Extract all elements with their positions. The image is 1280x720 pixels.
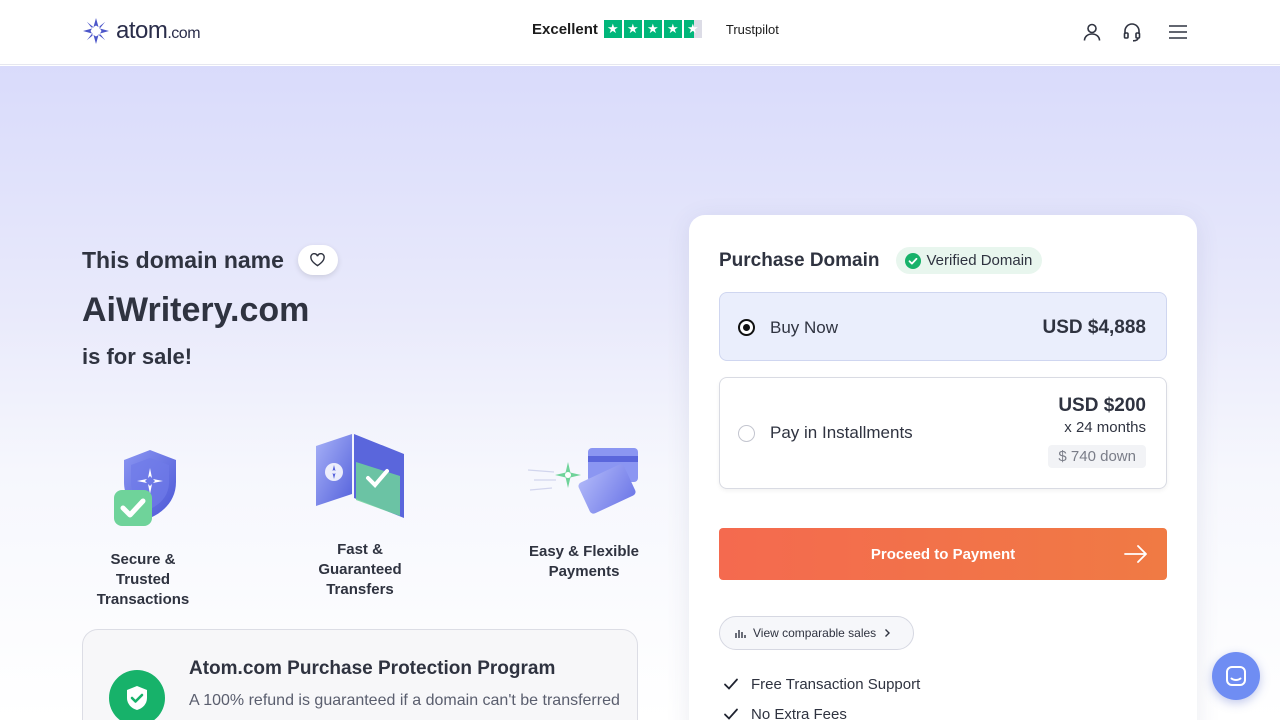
- arrow-right-icon: [1124, 545, 1147, 563]
- installments-term: x 24 months: [1064, 419, 1146, 436]
- feature-fast-label: Fast & Guaranteed Transfers: [318, 541, 402, 598]
- check-icon: [724, 678, 738, 690]
- purchase-title: Purchase Domain: [719, 249, 880, 271]
- menu-icon[interactable]: [1166, 20, 1190, 44]
- option-buy-now[interactable]: Buy Now USD $4,888: [719, 292, 1167, 361]
- favorite-button[interactable]: [297, 245, 338, 275]
- view-comparable-sales-button[interactable]: View comparable sales: [719, 616, 915, 650]
- perk-item: No Extra Fees: [723, 699, 920, 720]
- star-icon: ★: [603, 20, 622, 38]
- feature-payments-label: Easy & Flexible Payments: [528, 543, 640, 580]
- perks-list: Free Transaction Support No Extra Fees: [723, 669, 920, 720]
- atom-logo[interactable]: atom.com: [82, 17, 201, 45]
- verified-badge: Verified Domain: [895, 247, 1043, 274]
- star-icon: ★: [643, 20, 662, 38]
- feature-payments: Easy & Flexible Payments: [528, 444, 640, 582]
- feature-list: Secure & Trusted Transactions Fast & Gua…: [82, 432, 642, 608]
- purchase-protection-box: Atom.com Purchase Protection Program A 1…: [82, 629, 638, 720]
- feature-secure-label: Secure & Trusted Transactions: [96, 551, 190, 608]
- logo-wordmark: atom.com: [116, 17, 201, 45]
- heart-icon: [310, 253, 326, 267]
- star-icon: ★: [623, 20, 642, 38]
- trustpilot-brand: Trustpilot: [725, 21, 779, 37]
- installments-down-payment: $ 740 down: [1048, 445, 1146, 468]
- user-icon[interactable]: [1080, 20, 1104, 44]
- half-star-icon: ★: [683, 20, 702, 38]
- shield-check-icon: [114, 450, 176, 526]
- installments-label: Pay in Installments: [770, 423, 913, 442]
- logo-main-text: atom: [116, 17, 168, 44]
- perk-item: Free Transaction Support: [723, 669, 920, 699]
- buy-now-price: USD $4,888: [1042, 317, 1146, 338]
- atom-star-icon: [83, 18, 109, 44]
- option-installments[interactable]: Pay in Installments USD $200 x 24 months…: [719, 377, 1167, 489]
- headline-intro: This domain name: [82, 245, 338, 275]
- perk-label: No Extra Fees: [751, 705, 847, 720]
- installments-price: USD $200: [1058, 395, 1146, 416]
- for-sale-text: is for sale!: [82, 344, 193, 369]
- verified-check-icon: [904, 252, 921, 269]
- bar-chart-icon: [735, 630, 746, 638]
- check-icon: [724, 708, 738, 720]
- transfer-icon: [316, 434, 404, 518]
- protection-title: Atom.com Purchase Protection Program: [189, 658, 556, 679]
- chevron-right-icon: [885, 629, 891, 637]
- trustpilot-rating[interactable]: Excellent ★ ★ ★ ★ ★ Trustpilot: [532, 20, 779, 38]
- chat-launcher-button[interactable]: [1212, 652, 1260, 700]
- purchase-card: Purchase Domain Verified Domain Buy Now …: [689, 215, 1197, 720]
- card-icon: [528, 448, 638, 514]
- domain-name: AiWritery.com: [82, 291, 310, 329]
- radio-installments[interactable]: [738, 425, 755, 442]
- proceed-to-payment-button[interactable]: Proceed to Payment: [719, 528, 1167, 580]
- buy-now-label: Buy Now: [770, 318, 839, 337]
- comparable-sales-label: View comparable sales: [753, 626, 877, 640]
- verified-badge-text: Verified Domain: [926, 252, 1033, 269]
- shield-check-icon: [109, 670, 165, 720]
- proceed-button-label: Proceed to Payment: [870, 545, 1016, 563]
- perk-label: Free Transaction Support: [751, 675, 921, 693]
- top-navigation-bar: atom.com Excellent ★ ★ ★ ★ ★ Trustpilot: [0, 0, 1280, 65]
- purchase-card-header: Purchase Domain Verified Domain: [719, 247, 1043, 274]
- headline-line1: This domain name: [82, 246, 284, 273]
- feature-secure: Secure & Trusted Transactions: [82, 442, 204, 610]
- header-actions: [1080, 20, 1190, 44]
- rating-label: Excellent: [532, 20, 598, 38]
- radio-buy-now[interactable]: [738, 319, 755, 336]
- rating-stars: ★ ★ ★ ★ ★: [603, 20, 702, 38]
- feature-fast: Fast & Guaranteed Transfers: [308, 432, 412, 600]
- domain-headline: This domain name AiWritery.com is for sa…: [82, 245, 338, 370]
- headset-icon[interactable]: [1120, 20, 1144, 44]
- chat-icon: [1226, 666, 1246, 686]
- protection-text: A 100% refund is guaranteed if a domain …: [189, 692, 620, 709]
- star-icon: ★: [663, 20, 682, 38]
- logo-suffix-text: .com: [167, 25, 201, 42]
